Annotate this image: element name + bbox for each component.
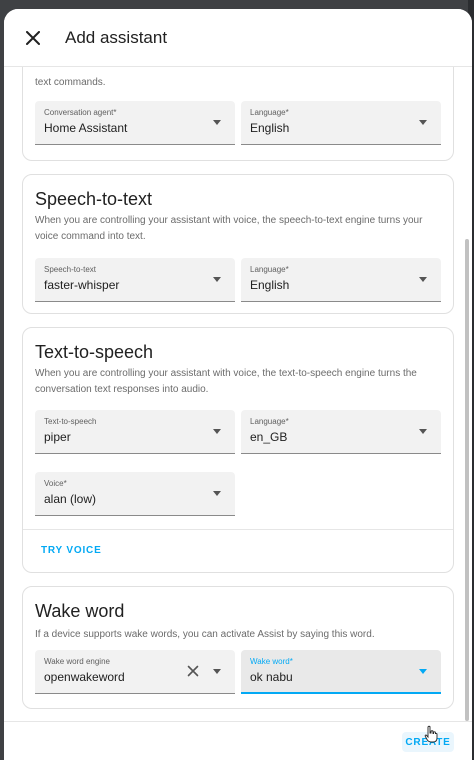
text-to-speech-engine-label: Text-to-speech xyxy=(44,417,97,426)
wake-word-card: Wake word If a device supports wake word… xyxy=(22,586,454,709)
chevron-down-icon xyxy=(213,491,221,496)
wake-word-description: If a device supports wake words, you can… xyxy=(35,629,375,640)
text-to-speech-engine-select[interactable]: Text-to-speech piper xyxy=(35,410,235,454)
conversation-agent-value: Home Assistant xyxy=(44,121,128,135)
speech-to-text-engine-select[interactable]: Speech-to-text faster-whisper xyxy=(35,258,235,302)
chevron-down-icon xyxy=(419,429,427,434)
dialog-content[interactable]: text commands. Conversation agent* Home … xyxy=(4,67,472,721)
wake-word-select[interactable]: Wake word* ok nabu xyxy=(241,650,441,694)
card-divider xyxy=(23,529,453,530)
speech-to-text-card: Speech-to-text When you are controlling … xyxy=(22,174,454,314)
close-icon xyxy=(26,30,40,45)
pointer-cursor-icon xyxy=(424,725,438,743)
conversation-language-label: Language* xyxy=(250,108,289,117)
text-to-speech-description: When you are controlling your assistant … xyxy=(35,368,417,395)
voice-select[interactable]: Voice* alan (low) xyxy=(35,472,235,516)
chevron-down-icon xyxy=(213,120,221,125)
chevron-down-icon xyxy=(213,277,221,282)
speech-to-text-language-value: English xyxy=(250,278,290,292)
wake-word-value: ok nabu xyxy=(250,670,293,684)
conversation-description: text commands. xyxy=(35,77,106,88)
conversation-agent-label: Conversation agent* xyxy=(44,108,117,117)
conversation-card: text commands. Conversation agent* Home … xyxy=(22,67,454,161)
speech-to-text-language-label: Language* xyxy=(250,265,289,274)
text-to-speech-card: Text-to-speech When you are controlling … xyxy=(22,327,454,573)
dialog-header: Add assistant xyxy=(4,9,472,67)
speech-to-text-description: When you are controlling your assistant … xyxy=(35,215,423,242)
text-to-speech-engine-value: piper xyxy=(44,430,71,444)
voice-label: Voice* xyxy=(44,479,67,488)
conversation-agent-select[interactable]: Conversation agent* Home Assistant xyxy=(35,101,235,145)
dialog-footer: CREATE xyxy=(4,721,472,760)
scrollbar[interactable] xyxy=(465,239,469,721)
chevron-down-icon xyxy=(213,429,221,434)
conversation-language-select[interactable]: Language* English xyxy=(241,101,441,145)
wake-word-engine-label: Wake word engine xyxy=(44,657,110,666)
dialog-title: Add assistant xyxy=(65,27,168,47)
chevron-down-icon xyxy=(419,669,427,674)
text-to-speech-language-select[interactable]: Language* en_GB xyxy=(241,410,441,454)
chevron-down-icon xyxy=(213,669,221,674)
wake-word-engine-value: openwakeword xyxy=(44,670,125,684)
wake-word-label: Wake word* xyxy=(250,657,293,666)
chevron-down-icon xyxy=(419,277,427,282)
chevron-down-icon xyxy=(419,120,427,125)
text-to-speech-language-label: Language* xyxy=(250,417,289,426)
speech-to-text-engine-label: Speech-to-text xyxy=(44,265,97,274)
wake-word-title: Wake word xyxy=(35,601,125,621)
speech-to-text-title: Speech-to-text xyxy=(35,189,153,209)
wake-word-engine-select[interactable]: Wake word engine openwakeword xyxy=(35,650,235,694)
voice-value: alan (low) xyxy=(44,492,97,506)
speech-to-text-language-select[interactable]: Language* English xyxy=(241,258,441,302)
close-button[interactable] xyxy=(21,26,45,50)
try-voice-button[interactable]: TRY VOICE xyxy=(41,545,102,556)
speech-to-text-engine-value: faster-whisper xyxy=(44,278,120,292)
clear-icon[interactable] xyxy=(187,665,199,677)
text-to-speech-language-value: en_GB xyxy=(250,430,288,444)
conversation-language-value: English xyxy=(250,121,290,135)
text-to-speech-title: Text-to-speech xyxy=(35,342,154,362)
add-assistant-dialog: Add assistant text commands. Conversatio… xyxy=(4,9,472,760)
